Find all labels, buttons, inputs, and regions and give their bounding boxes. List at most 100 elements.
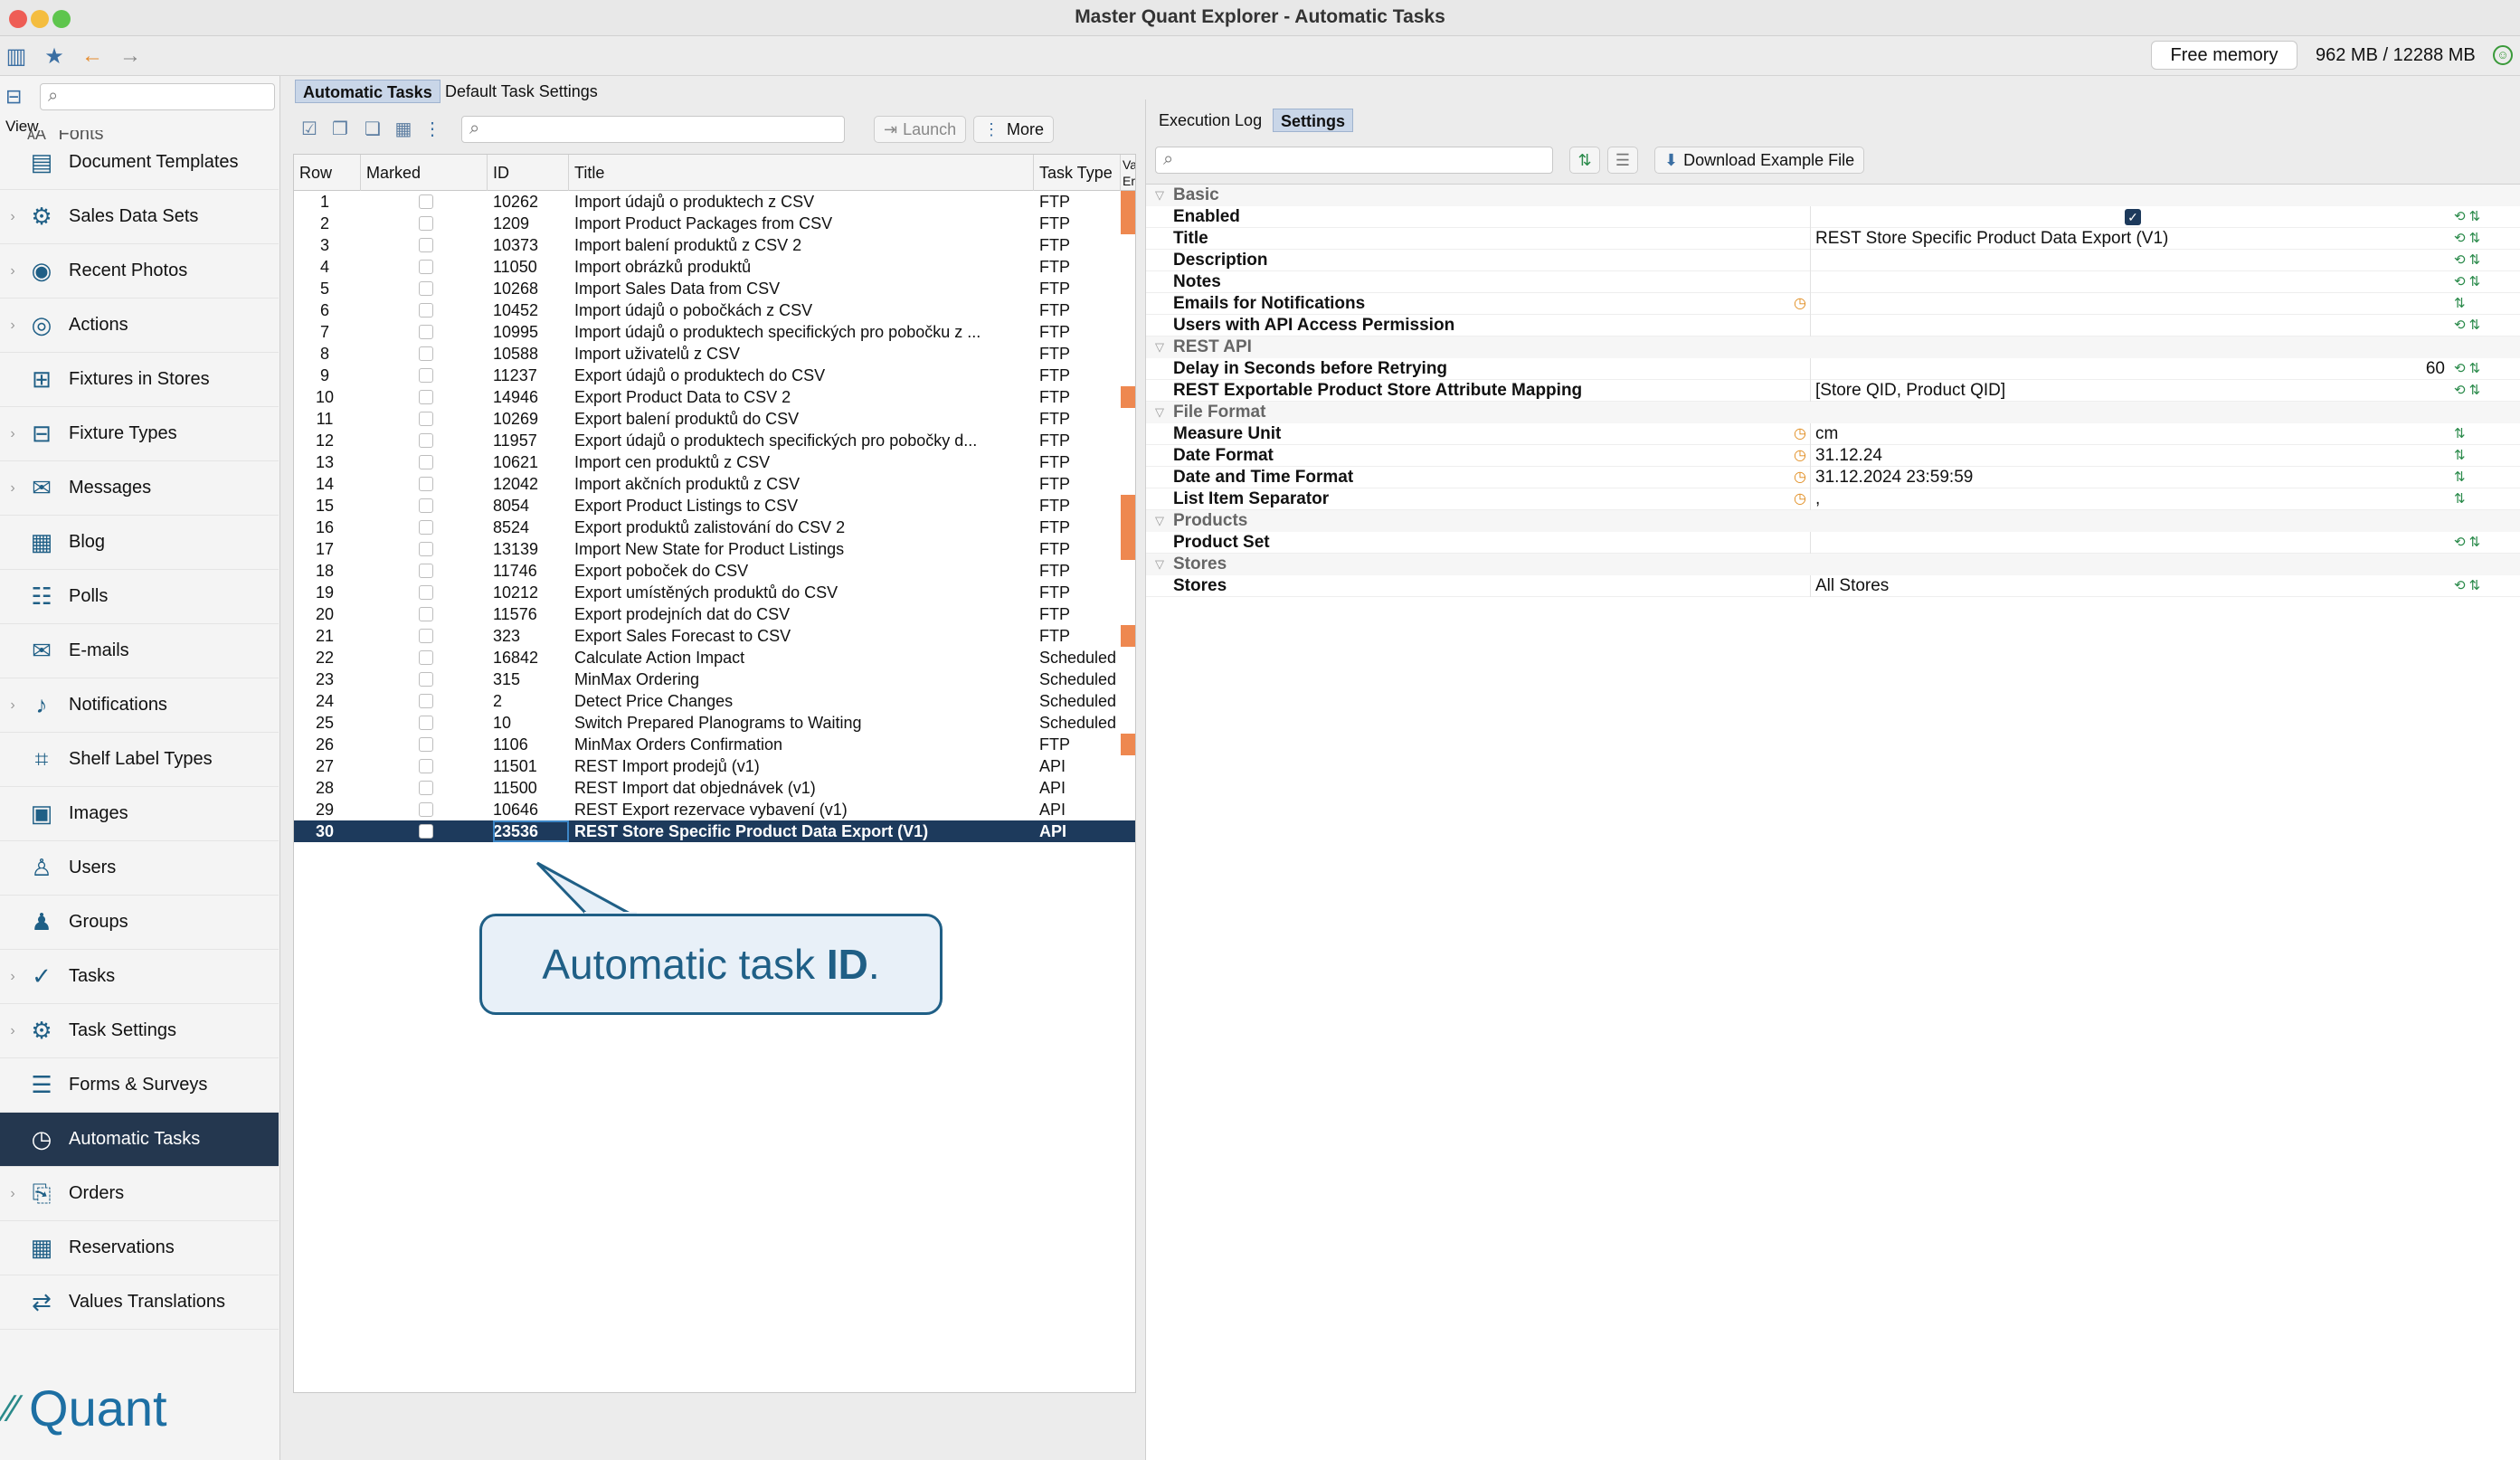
table-row[interactable]: 2 1209 Import Product Packages from CSV FTP bbox=[294, 213, 1135, 234]
property-row[interactable]: Stores All Stores ⟲⇅ bbox=[1146, 575, 2520, 597]
property-actions-icon[interactable]: ⟲⇅ bbox=[2454, 271, 2484, 293]
sidebar-item-document-templates[interactable]: ▤ Document Templates bbox=[0, 136, 279, 190]
table-row[interactable]: 26 1106 MinMax Orders Confirmation FTP bbox=[294, 734, 1135, 755]
property-row[interactable]: Notes ⟲⇅ bbox=[1146, 271, 2520, 293]
expand-chevron-icon[interactable]: › bbox=[0, 1186, 25, 1202]
marked-checkbox[interactable] bbox=[419, 498, 433, 513]
marked-checkbox[interactable] bbox=[419, 650, 433, 665]
sidebar-item-actions[interactable]: › ◎ Actions bbox=[0, 299, 279, 353]
property-row[interactable]: Users with API Access Permission ⟲⇅ bbox=[1146, 315, 2520, 337]
section-collapse-icon[interactable]: ▽ bbox=[1155, 337, 1164, 358]
expand-chevron-icon[interactable]: › bbox=[0, 318, 25, 334]
table-row[interactable]: 9 11237 Export údajů o produktech do CSV FT… bbox=[294, 365, 1135, 386]
property-actions-icon[interactable]: ⟲⇅ bbox=[2454, 228, 2484, 250]
duplicate-icon[interactable]: ❏ bbox=[360, 118, 385, 141]
marked-checkbox[interactable] bbox=[419, 759, 433, 773]
property-row[interactable]: Emails for Notifications ◷ ⇅ bbox=[1146, 293, 2520, 315]
expand-chevron-icon[interactable]: › bbox=[0, 480, 25, 497]
property-section[interactable]: ▽ Products bbox=[1146, 510, 2520, 532]
property-value[interactable]: cm bbox=[1815, 423, 1838, 445]
table-row[interactable]: 14 12042 Import akčních produktů z CSV FTP bbox=[294, 473, 1135, 495]
marked-checkbox[interactable] bbox=[419, 216, 433, 231]
marked-checkbox[interactable] bbox=[419, 737, 433, 752]
sidebar-item-notifications[interactable]: › ♪ Notifications bbox=[0, 678, 279, 733]
sidebar-item-shelf-label-types[interactable]: ⌗ Shelf Label Types bbox=[0, 733, 279, 787]
property-actions-icon[interactable]: ⟲⇅ bbox=[2454, 206, 2484, 228]
column-header-validation-errors[interactable]: Va Er bbox=[1121, 155, 1135, 191]
enabled-checkbox[interactable]: ✓ bbox=[2125, 209, 2141, 225]
property-value[interactable]: [Store QID, Product QID] bbox=[1815, 380, 2005, 402]
column-header-id[interactable]: ID bbox=[488, 155, 569, 191]
table-row[interactable]: 11 10269 Export balení produktů do CSV FTP bbox=[294, 408, 1135, 430]
marked-checkbox[interactable] bbox=[419, 629, 433, 643]
tab-default-task-settings[interactable]: Default Task Settings bbox=[438, 80, 605, 103]
property-row[interactable]: Title REST Store Specific Product Data Ex… bbox=[1146, 228, 2520, 250]
property-section[interactable]: ▽ Stores bbox=[1146, 554, 2520, 575]
marked-checkbox[interactable] bbox=[419, 607, 433, 621]
table-row[interactable]: 7 10995 Import údajů o produktech specific… bbox=[294, 321, 1135, 343]
expand-chevron-icon[interactable]: › bbox=[0, 426, 25, 442]
launch-button[interactable]: ⇥ Launch bbox=[874, 116, 967, 143]
marked-checkbox[interactable] bbox=[419, 412, 433, 426]
property-section[interactable]: ▽ REST API bbox=[1146, 337, 2520, 358]
table-row[interactable]: 19 10212 Export umístěných produktů do CSV… bbox=[294, 582, 1135, 603]
marked-checkbox[interactable] bbox=[419, 325, 433, 339]
property-row[interactable]: Measure Unit ◷ cm ⇅ bbox=[1146, 423, 2520, 445]
sidebar-item-messages[interactable]: › ✉ Messages bbox=[0, 461, 279, 516]
marked-checkbox[interactable] bbox=[419, 303, 433, 318]
column-header-title[interactable]: Title bbox=[569, 155, 1034, 191]
tab-settings[interactable]: Settings bbox=[1273, 109, 1354, 132]
marked-checkbox[interactable] bbox=[419, 781, 433, 795]
property-value[interactable]: 31.12.24 bbox=[1815, 445, 1882, 467]
marked-checkbox[interactable] bbox=[419, 281, 433, 296]
settings-search-input[interactable]: ⌕ bbox=[1155, 147, 1553, 174]
sidebar-item-polls[interactable]: ☷ Polls bbox=[0, 570, 279, 624]
property-row[interactable]: Product Set ⟲⇅ bbox=[1146, 532, 2520, 554]
property-value[interactable]: REST Store Specific Product Data Export … bbox=[1815, 228, 2168, 250]
property-actions-icon[interactable]: ⟲⇅ bbox=[2454, 358, 2484, 380]
sidebar-item-forms-surveys[interactable]: ☰ Forms & Surveys bbox=[0, 1058, 279, 1113]
marked-checkbox[interactable] bbox=[419, 520, 433, 535]
marked-checkbox[interactable] bbox=[419, 238, 433, 252]
expand-chevron-icon[interactable]: › bbox=[0, 1023, 25, 1039]
marked-checkbox[interactable] bbox=[419, 585, 433, 600]
sidebar-item-groups[interactable]: ♟ Groups bbox=[0, 896, 279, 950]
table-row[interactable]: 29 10646 REST Export rezervace vybavení (v… bbox=[294, 799, 1135, 820]
property-row[interactable]: REST Exportable Product Store Attribute … bbox=[1146, 380, 2520, 402]
expand-chevron-icon[interactable]: › bbox=[0, 697, 25, 714]
marked-checkbox[interactable] bbox=[419, 455, 433, 469]
marked-checkbox[interactable] bbox=[419, 694, 433, 708]
property-actions-icon[interactable]: ⟲⇅ bbox=[2454, 532, 2484, 554]
table-row[interactable]: 23 315 MinMax Ordering Scheduled bbox=[294, 668, 1135, 690]
property-value[interactable]: 60 bbox=[2426, 358, 2445, 380]
property-row[interactable]: Enabled ✓ ⟲⇅ bbox=[1146, 206, 2520, 228]
table-row[interactable]: 28 11500 REST Import dat objednávek (v1) AP… bbox=[294, 777, 1135, 799]
table-row[interactable]: 22 16842 Calculate Action Impact Scheduled bbox=[294, 647, 1135, 668]
table-row[interactable]: 18 11746 Export poboček do CSV FTP bbox=[294, 560, 1135, 582]
sidebar-item-recent-photos[interactable]: › ◉ Recent Photos bbox=[0, 244, 279, 299]
property-actions-icon[interactable]: ⇅ bbox=[2454, 445, 2469, 467]
sidebar-item-automatic-tasks[interactable]: ◷ Automatic Tasks bbox=[0, 1113, 279, 1167]
copy-icon[interactable]: ❐ bbox=[327, 118, 353, 141]
tab-automatic-tasks[interactable]: Automatic Tasks bbox=[295, 80, 441, 103]
table-row[interactable]: 16 8524 Export produktů zalistování do CSV… bbox=[294, 517, 1135, 538]
marked-checkbox[interactable] bbox=[419, 346, 433, 361]
property-actions-icon[interactable]: ⟲⇅ bbox=[2454, 250, 2484, 271]
property-value[interactable]: 31.12.2024 23:59:59 bbox=[1815, 467, 1973, 488]
tab-execution-log[interactable]: Execution Log bbox=[1151, 109, 1269, 132]
expand-chevron-icon[interactable]: › bbox=[0, 263, 25, 280]
property-section[interactable]: ▽ Basic bbox=[1146, 185, 2520, 206]
property-value[interactable]: All Stores bbox=[1815, 575, 1889, 597]
table-row[interactable]: 24 2 Detect Price Changes Scheduled bbox=[294, 690, 1135, 712]
table-row[interactable]: 27 11501 REST Import prodejů (v1) API bbox=[294, 755, 1135, 777]
sidebar-toggle-icon[interactable]: ▥ bbox=[4, 43, 29, 69]
sidebar-item-tasks[interactable]: › ✓ Tasks bbox=[0, 950, 279, 1004]
marked-checkbox[interactable] bbox=[419, 477, 433, 491]
column-header-row[interactable]: Row bbox=[294, 155, 361, 191]
property-actions-icon[interactable]: ⟲⇅ bbox=[2454, 380, 2484, 402]
mark-all-icon[interactable]: ☑ bbox=[297, 118, 322, 141]
table-row[interactable]: 13 10621 Import cen produktů z CSV FTP bbox=[294, 451, 1135, 473]
table-row[interactable]: 8 10588 Import uživatelů z CSV FTP bbox=[294, 343, 1135, 365]
property-actions-icon[interactable]: ⟲⇅ bbox=[2454, 315, 2484, 337]
sidebar-item-values-translations[interactable]: ⇄ Values Translations bbox=[0, 1275, 279, 1330]
